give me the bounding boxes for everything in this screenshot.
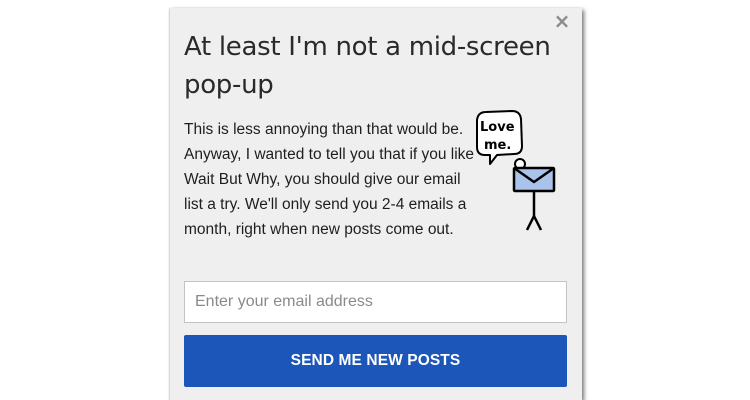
- send-me-new-posts-button[interactable]: SEND ME NEW POSTS: [184, 335, 567, 387]
- envelope-icon: [512, 166, 556, 193]
- email-input[interactable]: [184, 281, 567, 323]
- stick-figure-envelope-illustration: Love me.: [476, 110, 556, 231]
- speech-bubble-line-2: me.: [484, 138, 511, 153]
- close-button[interactable]: ×: [552, 10, 572, 32]
- popup-description: This is less annoying than that would be…: [184, 121, 475, 238]
- subscribe-popup: × At least I'm not a mid-screen pop-up T…: [170, 8, 582, 400]
- page: × At least I'm not a mid-screen pop-up T…: [0, 0, 750, 400]
- popup-title: At least I'm not a mid-screen pop-up: [184, 32, 551, 100]
- close-icon: ×: [553, 9, 571, 33]
- speech-bubble-line-1: Love: [480, 120, 515, 135]
